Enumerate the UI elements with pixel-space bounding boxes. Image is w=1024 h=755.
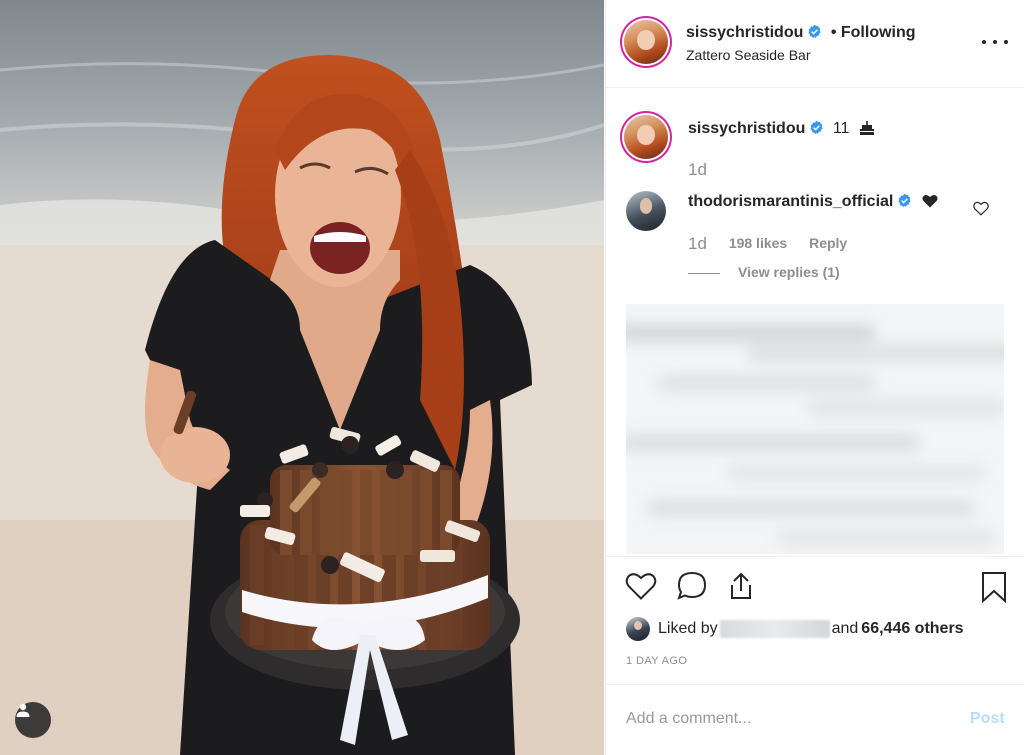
caption-text: 11 (832, 120, 850, 137)
post-timestamp: 1 DAY AGO (626, 655, 688, 667)
black-heart-emoji-icon (922, 194, 938, 208)
post-details-panel: sissychristidou • Following Zattero Seas… (605, 0, 1024, 755)
liker-avatar[interactable] (626, 617, 650, 641)
following-button[interactable]: • Following (831, 24, 916, 41)
post-photo[interactable] (0, 0, 604, 755)
comment: thodorismarantinis_official (688, 193, 938, 211)
verified-badge-icon (810, 120, 823, 135)
user-tag-icon (16, 703, 30, 717)
verified-badge-icon (808, 24, 821, 39)
caption-timestamp: 1d (688, 160, 707, 179)
user-tag-button[interactable] (15, 702, 51, 738)
heart-icon[interactable] (625, 571, 657, 601)
caption: sissychristidou 11 (688, 120, 876, 138)
commenter-username[interactable]: thodorismarantinis_official (688, 193, 893, 210)
reply-button[interactable]: Reply (809, 235, 847, 251)
comment-like-heart-icon[interactable] (973, 201, 989, 216)
view-replies-button[interactable]: View replies (1) (688, 264, 840, 280)
post-header: sissychristidou • Following Zattero Seas… (606, 0, 1024, 88)
post-actions: Liked by and 66,446 others 1 DAY AGO (606, 556, 1024, 684)
header-title: sissychristidou • Following (686, 24, 916, 42)
blurred-liker-name (719, 620, 830, 638)
author-avatar[interactable] (624, 20, 668, 64)
more-options-icon[interactable] (982, 32, 1008, 52)
view-replies-label: View replies (1) (738, 264, 840, 280)
comment-icon[interactable] (676, 571, 708, 601)
verified-badge-icon (898, 193, 911, 208)
caption-author-username[interactable]: sissychristidou (688, 120, 805, 137)
bookmark-icon[interactable] (980, 571, 1008, 603)
commenter-avatar[interactable] (626, 191, 666, 231)
blurred-comments-region (626, 304, 1004, 554)
liked-by-suffix: and (831, 620, 859, 637)
author-username[interactable]: sissychristidou (686, 24, 803, 41)
share-icon[interactable] (725, 571, 757, 601)
liked-by-prefix: Liked by (658, 620, 718, 637)
avatar-face (639, 198, 653, 215)
comment-meta: 1d 198 likes Reply (688, 234, 847, 254)
add-comment-bar: Post (606, 684, 1024, 755)
location-link[interactable]: Zattero Seaside Bar (686, 47, 811, 63)
liked-by-row: Liked by and 66,446 others (626, 617, 964, 641)
caption-author-avatar[interactable] (624, 115, 668, 159)
avatar-face (637, 124, 655, 145)
replies-divider (688, 272, 720, 274)
comment-input[interactable] (626, 707, 946, 731)
comment-timestamp: 1d (688, 234, 707, 253)
likes-count-link[interactable]: 66,446 others (861, 620, 963, 638)
photo-illustration (0, 0, 604, 755)
comment-likes-link[interactable]: 198 likes (729, 235, 787, 251)
avatar-face (637, 29, 655, 50)
birthday-cake-icon (859, 121, 874, 135)
post-comment-button[interactable]: Post (970, 710, 1005, 728)
